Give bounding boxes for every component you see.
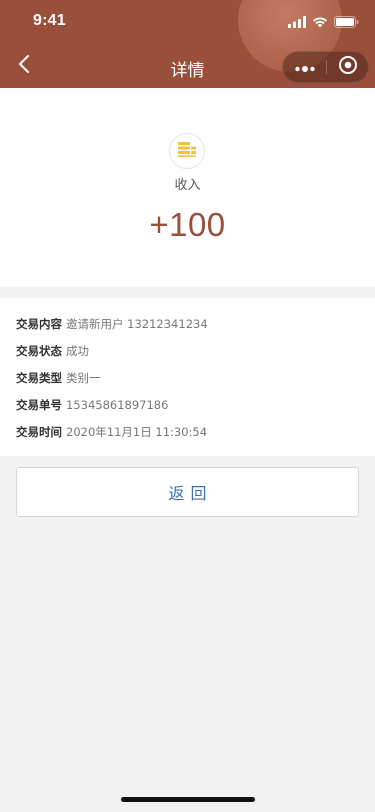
detail-row-content: 交易内容 邀请新用户 13212341234 [16, 315, 359, 333]
detail-label: 交易单号 [16, 398, 62, 412]
close-miniprogram-button[interactable] [327, 52, 368, 82]
transaction-summary: 收入 +100 [0, 88, 375, 287]
menu-capsule [282, 51, 369, 83]
wifi-icon [312, 13, 328, 32]
income-icon-badge [169, 133, 205, 169]
target-icon [338, 55, 358, 79]
detail-label: 交易类型 [16, 371, 62, 385]
detail-row-order-number: 交易单号 15345861897186 [16, 396, 359, 414]
status-bar: 9:41 [0, 0, 375, 44]
home-indicator [121, 797, 255, 802]
status-time: 9:41 [33, 12, 66, 29]
detail-label: 交易状态 [16, 344, 62, 358]
detail-row-type: 交易类型 类别一 [16, 369, 359, 387]
detail-value: 2020年11月1日 11:30:54 [66, 425, 208, 439]
detail-row-status: 交易状态 成功 [16, 342, 359, 360]
transaction-amount: +100 [149, 206, 226, 243]
header: 9:41 详情 [0, 0, 375, 88]
detail-value: 成功 [66, 344, 89, 358]
detail-label: 交易内容 [16, 317, 62, 331]
coin-stack-icon [177, 140, 197, 162]
back-button[interactable]: 返回 [16, 467, 359, 517]
battery-icon [334, 13, 359, 32]
transaction-type-label: 收入 [174, 178, 201, 193]
detail-row-time: 交易时间 2020年11月1日 11:30:54 [16, 423, 359, 441]
detail-label: 交易时间 [16, 425, 62, 439]
more-button[interactable] [283, 52, 326, 82]
more-dots-icon [294, 58, 316, 77]
cellular-signal-icon [288, 13, 306, 32]
status-icons [288, 15, 359, 29]
detail-value: 15345861897186 [66, 398, 169, 412]
nav-bar: 详情 [0, 44, 375, 88]
transaction-details: 交易内容 邀请新用户 13212341234 交易状态 成功 交易类型 类别一 交易单… [0, 298, 375, 456]
detail-value: 邀请新用户 13212341234 [66, 317, 208, 331]
back-button-label: 返回 [168, 484, 213, 503]
detail-value: 类别一 [66, 371, 101, 385]
